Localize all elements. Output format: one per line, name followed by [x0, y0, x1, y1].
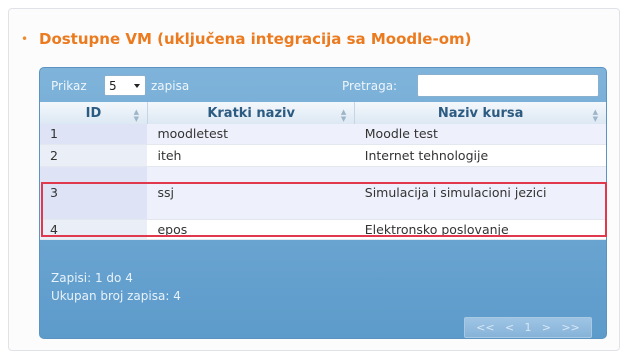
search-input[interactable]: [417, 74, 599, 97]
cell-course-name: Moodle test: [354, 124, 606, 145]
bullet-icon: •: [21, 32, 29, 46]
records-info: Zapisi: 1 do 4: [51, 271, 133, 285]
cell-course-name: Simulacija i simulacioni jezici: [354, 166, 606, 220]
table-row[interactable]: 3 ssj Simulacija i simulacioni jezici: [40, 166, 606, 220]
cell-id: 3: [40, 166, 148, 220]
cell-id: 1: [40, 124, 148, 145]
cell-short-name: moodletest: [147, 124, 355, 145]
cell-id: 4: [40, 219, 148, 240]
total-info: Ukupan broj zapisa: 4: [51, 289, 181, 303]
panel-heading: • Dostupne VM (uključena integracija sa …: [21, 27, 471, 51]
current-page-button[interactable]: 1: [524, 321, 531, 334]
table-header-row: ID ▲ ▼ Kratki naziv ▲ ▼ Naziv kursa ▲ ▼: [40, 102, 606, 124]
table-row[interactable]: 2 iteh Internet tehnologije: [40, 144, 606, 167]
next-page-button[interactable]: >: [542, 321, 551, 334]
table-row[interactable]: 1 moodletest Moodle test: [40, 124, 606, 145]
sort-icon: ▲ ▼: [340, 108, 347, 123]
vm-table: ID ▲ ▼ Kratki naziv ▲ ▼ Naziv kursa ▲ ▼ 1 m…: [40, 102, 606, 240]
column-header-short-name[interactable]: Kratki naziv ▲ ▼: [147, 102, 356, 124]
cell-course-name: Internet tehnologije: [354, 144, 606, 167]
table-row[interactable]: 4 epos Elektronsko poslovanje: [40, 219, 606, 240]
cell-course-name: Elektronsko poslovanje: [354, 219, 606, 240]
search-label: Pretraga:: [342, 79, 398, 93]
first-page-button[interactable]: <<: [476, 321, 494, 334]
pagination: << < 1 > >>: [464, 317, 592, 338]
show-label: Prikaz: [51, 79, 87, 93]
cell-short-name: epos: [147, 219, 355, 240]
column-header-id[interactable]: ID ▲ ▼: [40, 102, 148, 124]
page-size-select[interactable]: 5: [104, 75, 146, 96]
chevron-down-icon: [134, 84, 140, 88]
panel-title: Dostupne VM (uključena integracija sa Mo…: [39, 30, 472, 48]
column-header-course-name[interactable]: Naziv kursa ▲ ▼: [355, 102, 606, 124]
cell-short-name: iteh: [147, 144, 355, 167]
data-table-wrapper: Prikaz 5 zapisa Pretraga: ID ▲ ▼ Kratki n…: [39, 67, 607, 339]
sort-icon: ▲ ▼: [133, 108, 139, 123]
cell-short-name: ssj: [147, 166, 355, 220]
prev-page-button[interactable]: <: [505, 321, 514, 334]
table-toolbar: Prikaz 5 zapisa Pretraga:: [40, 68, 606, 102]
cell-id: 2: [40, 144, 148, 167]
page-size-value: 5: [109, 78, 117, 93]
sort-icon: ▲ ▼: [592, 108, 598, 123]
last-page-button[interactable]: >>: [561, 321, 579, 334]
records-label: zapisa: [151, 79, 190, 93]
